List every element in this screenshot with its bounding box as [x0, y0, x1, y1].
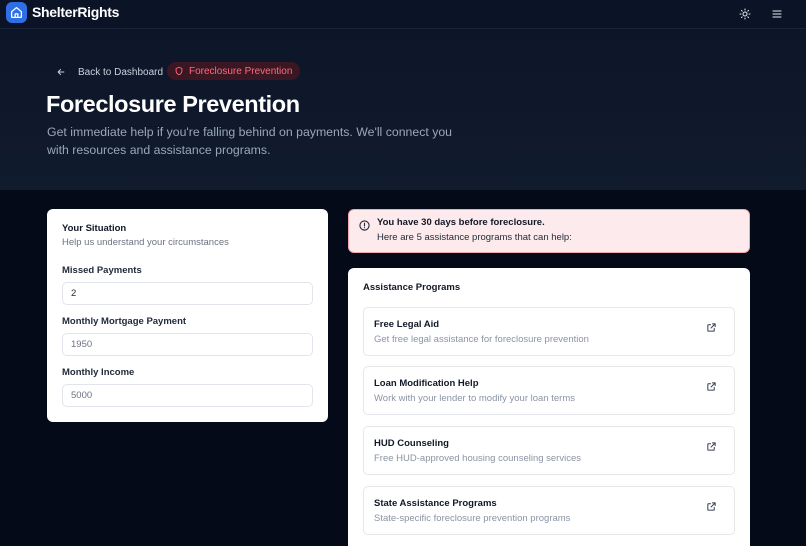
program-item[interactable]: State Assistance Programs State-specific… [363, 486, 735, 535]
situation-title: Your Situation [62, 223, 127, 234]
missed-payments-label: Missed Payments [62, 265, 142, 276]
badge-label: Foreclosure Prevention [189, 65, 293, 77]
home-icon[interactable] [6, 2, 27, 23]
program-item[interactable]: HUD Counseling Free HUD-approved housing… [363, 426, 735, 475]
program-description: State-specific foreclosure prevention pr… [374, 513, 571, 524]
category-badge: Foreclosure Prevention [167, 62, 301, 80]
arrow-left-icon [57, 69, 65, 75]
mortgage-payment-label: Monthly Mortgage Payment [62, 316, 187, 327]
external-link-icon[interactable] [706, 501, 717, 512]
program-description: Work with your lender to modify your loa… [374, 393, 575, 404]
page-title: Foreclosure Prevention [46, 91, 300, 117]
program-name: State Assistance Programs [374, 498, 497, 509]
assistance-programs-card: Assistance Programs Free Legal Aid Get f… [348, 268, 750, 546]
mortgage-payment-input[interactable] [62, 333, 313, 356]
alert-text: Here are 5 assistance programs that can … [377, 232, 572, 243]
situation-subtitle: Help us understand your circumstances [62, 237, 229, 248]
top-bar: ShelterRights [0, 0, 806, 29]
info-icon [359, 220, 370, 231]
program-item[interactable]: Loan Modification Help Work with your le… [363, 366, 735, 415]
external-link-icon[interactable] [706, 381, 717, 392]
external-link-icon[interactable] [706, 441, 717, 452]
brand-name[interactable]: ShelterRights [32, 4, 119, 20]
programs-title: Assistance Programs [363, 282, 461, 293]
foreclosure-alert: You have 30 days before foreclosure. Her… [348, 209, 750, 253]
page-subtitle: Get immediate help if you're falling beh… [47, 125, 453, 157]
menu-icon[interactable] [768, 5, 786, 23]
back-link-label: Back to Dashboard [78, 66, 164, 78]
program-item[interactable]: Free Legal Aid Get free legal assistance… [363, 307, 735, 356]
program-description: Get free legal assistance for foreclosur… [374, 334, 589, 345]
monthly-income-label: Monthly Income [62, 367, 135, 378]
program-description: Free HUD-approved housing counseling ser… [374, 453, 581, 464]
program-name: Free Legal Aid [374, 319, 440, 330]
program-name: Loan Modification Help [374, 378, 479, 389]
back-to-dashboard-link[interactable]: Back to Dashboard [56, 64, 163, 80]
alert-title: You have 30 days before foreclosure. [377, 217, 545, 228]
sun-icon[interactable] [736, 5, 754, 23]
situation-card: Your Situation Help us understand your c… [47, 209, 328, 422]
shield-icon [175, 66, 183, 76]
program-name: HUD Counseling [374, 438, 449, 449]
missed-payments-input[interactable] [62, 282, 313, 305]
external-link-icon[interactable] [706, 322, 717, 333]
monthly-income-input[interactable] [62, 384, 313, 407]
